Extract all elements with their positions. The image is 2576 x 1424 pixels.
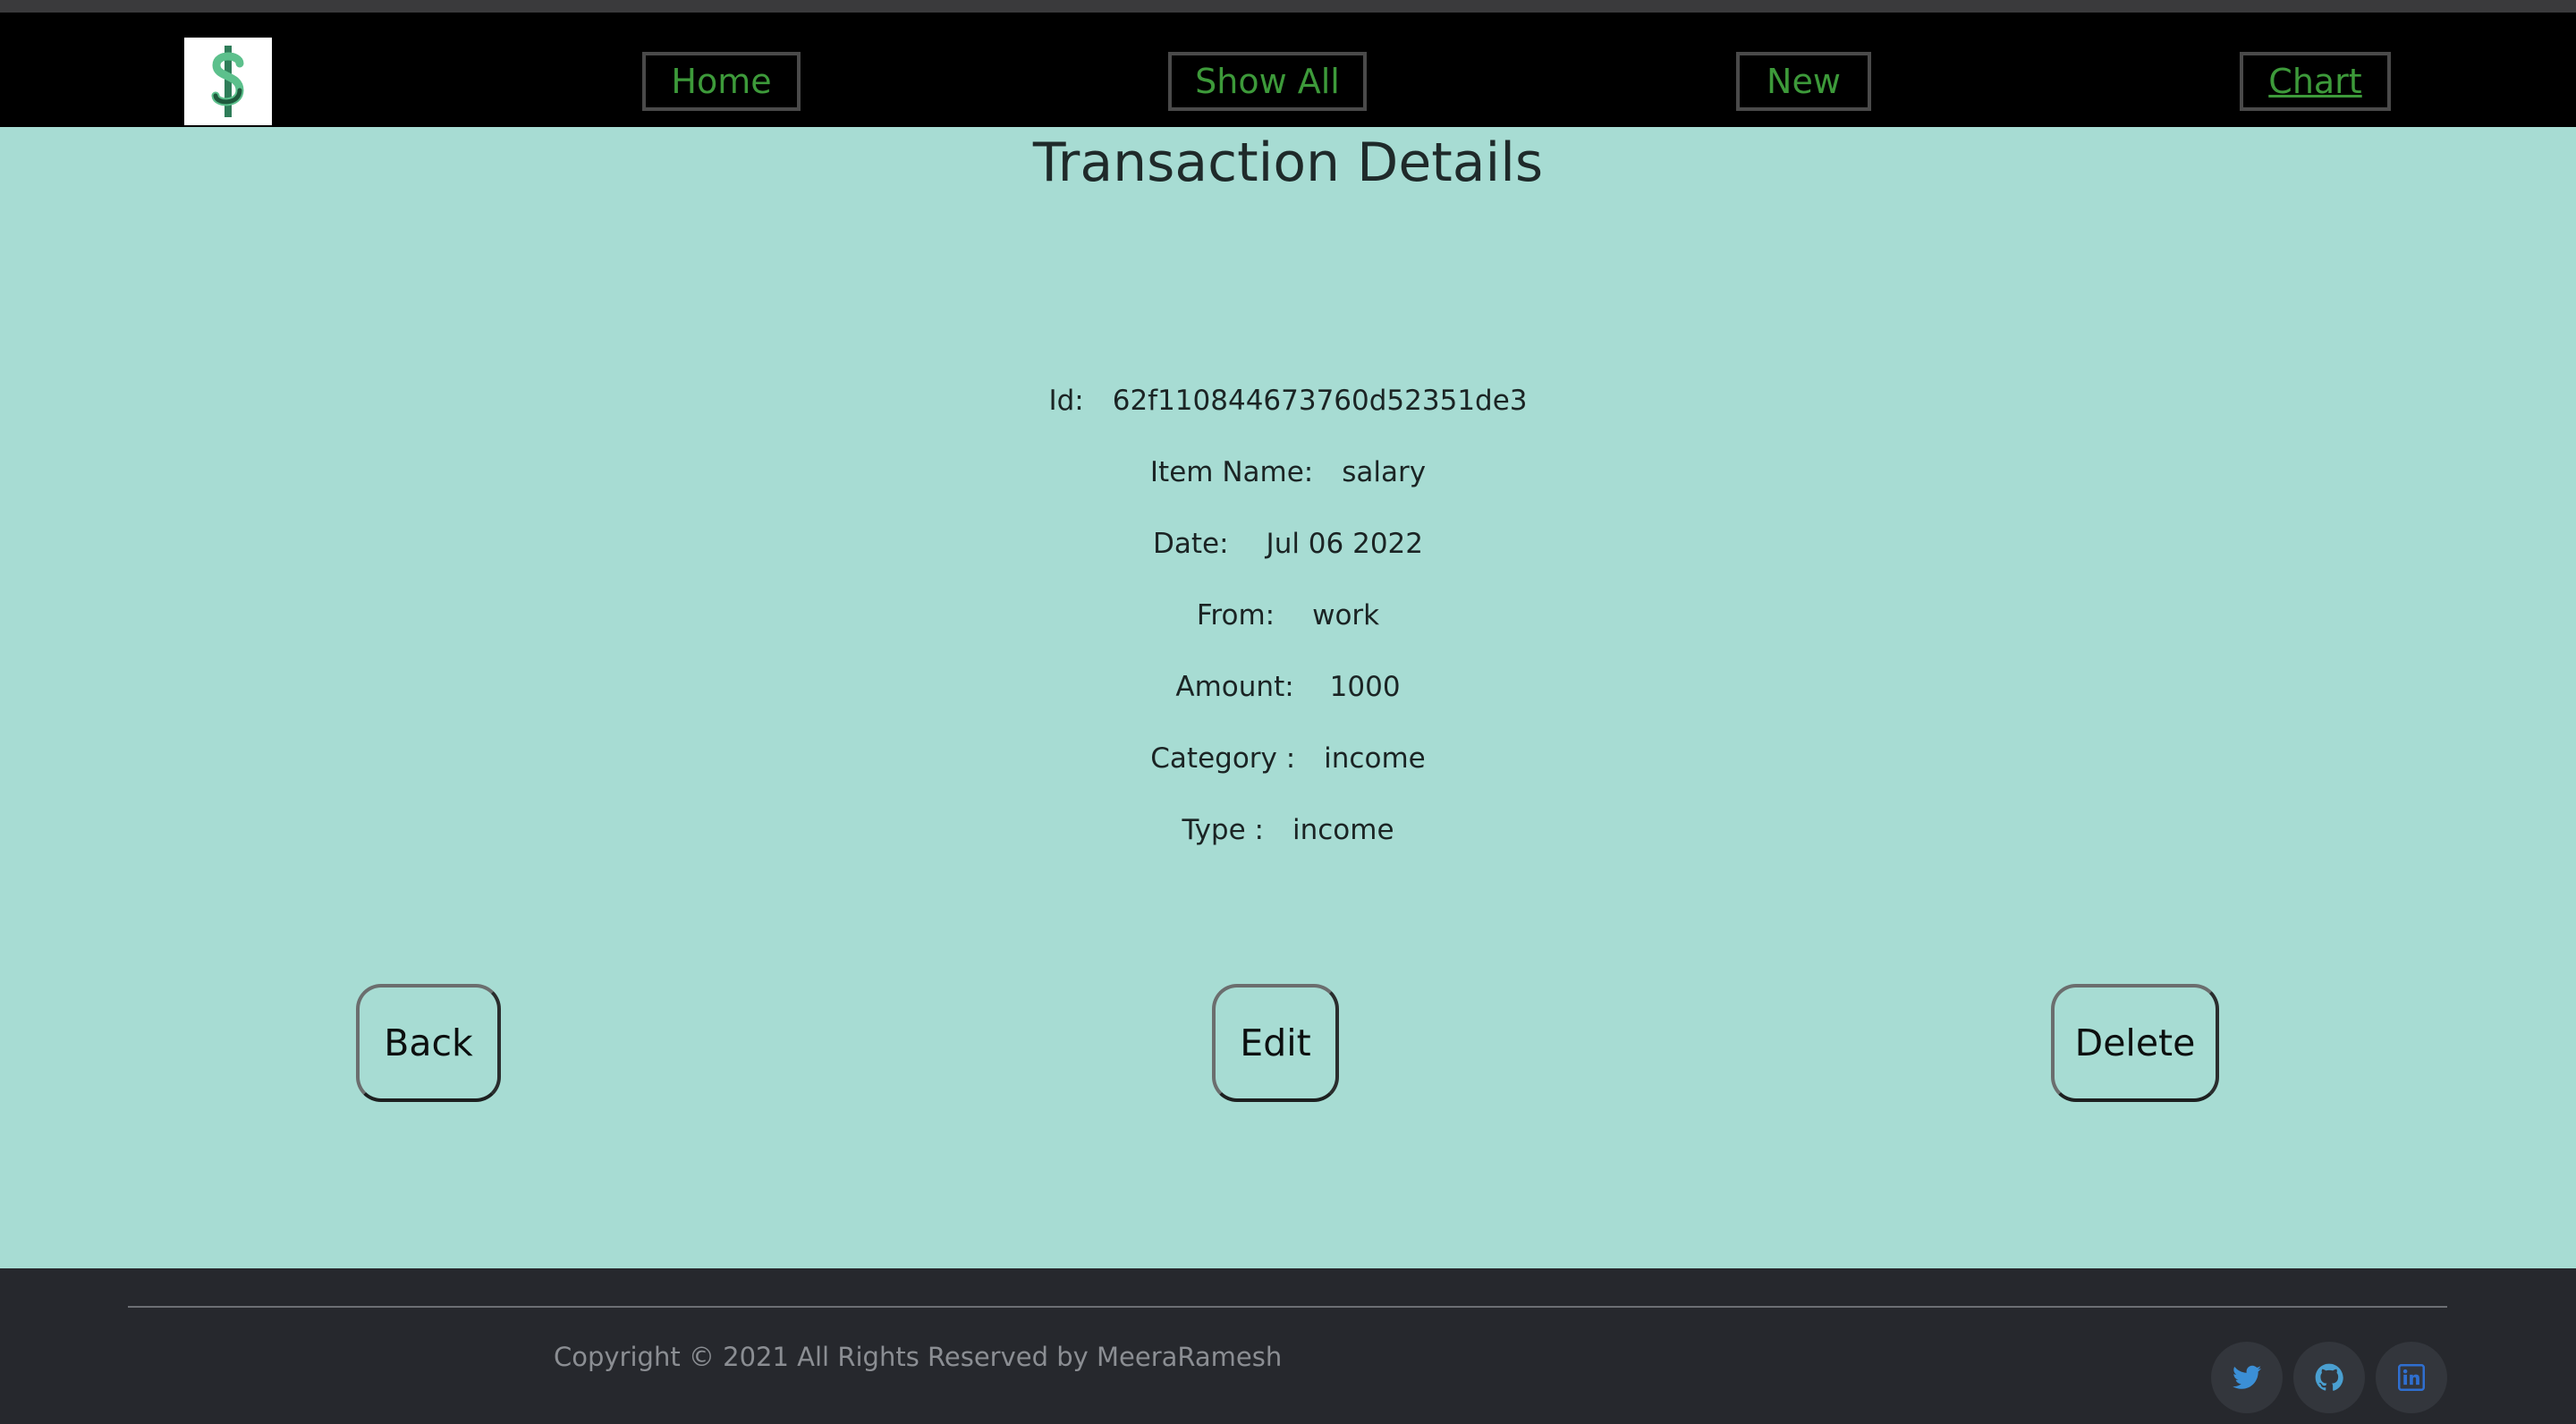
nav-show-all-link[interactable]: Show All [1168,52,1367,111]
detail-value: 62f110844673760d52351de3 [1112,385,1528,417]
detail-label: Amount: [1175,671,1294,703]
detail-label: Type : [1182,814,1264,846]
navbar: Home Show All New Chart [0,13,2576,127]
nav-chart-link[interactable]: Chart [2240,52,2391,111]
twitter-link[interactable] [2211,1342,2283,1413]
copyright-text: Copyright © 2021 All Rights Reserved by … [554,1342,1283,1372]
detail-value: work [1312,599,1380,631]
detail-label: Id: [1048,385,1084,417]
transaction-details: Id: 62f110844673760d52351de3 Item Name: … [0,365,2576,866]
detail-value: income [1324,742,1426,775]
github-link[interactable] [2293,1342,2365,1413]
detail-row-id: Id: 62f110844673760d52351de3 [0,365,2576,437]
nav-new-link[interactable]: New [1736,52,1871,111]
detail-label: Date: [1153,528,1229,560]
detail-row-item-name: Item Name: salary [0,437,2576,508]
detail-label: From: [1196,599,1275,631]
detail-row-amount: Amount: 1000 [0,651,2576,723]
dollar-sign-icon [211,46,244,117]
detail-value: income [1292,814,1394,846]
github-icon [2315,1363,2343,1391]
page-title: Transaction Details [0,131,2576,195]
nav-home-link[interactable]: Home [642,52,801,111]
twitter-icon [2233,1365,2261,1389]
back-button[interactable]: Back [356,984,501,1102]
detail-value: Jul 06 2022 [1266,528,1423,560]
footer: Copyright © 2021 All Rights Reserved by … [0,1268,2576,1424]
detail-value: salary [1342,456,1427,488]
footer-divider [128,1306,2447,1308]
detail-row-type: Type : income [0,794,2576,866]
linkedin-icon [2398,1364,2425,1391]
detail-row-category: Category : income [0,723,2576,794]
detail-row-from: From: work [0,580,2576,651]
edit-button[interactable]: Edit [1212,984,1339,1102]
delete-button[interactable]: Delete [2051,984,2219,1102]
detail-value: 1000 [1329,671,1401,703]
top-strip [0,0,2576,13]
detail-label: Category : [1150,742,1296,775]
detail-row-date: Date: Jul 06 2022 [0,508,2576,580]
page-title-text: Transaction Details [1032,131,1544,194]
detail-label: Item Name: [1149,456,1314,488]
linkedin-link[interactable] [2376,1342,2447,1413]
logo[interactable] [184,38,272,125]
